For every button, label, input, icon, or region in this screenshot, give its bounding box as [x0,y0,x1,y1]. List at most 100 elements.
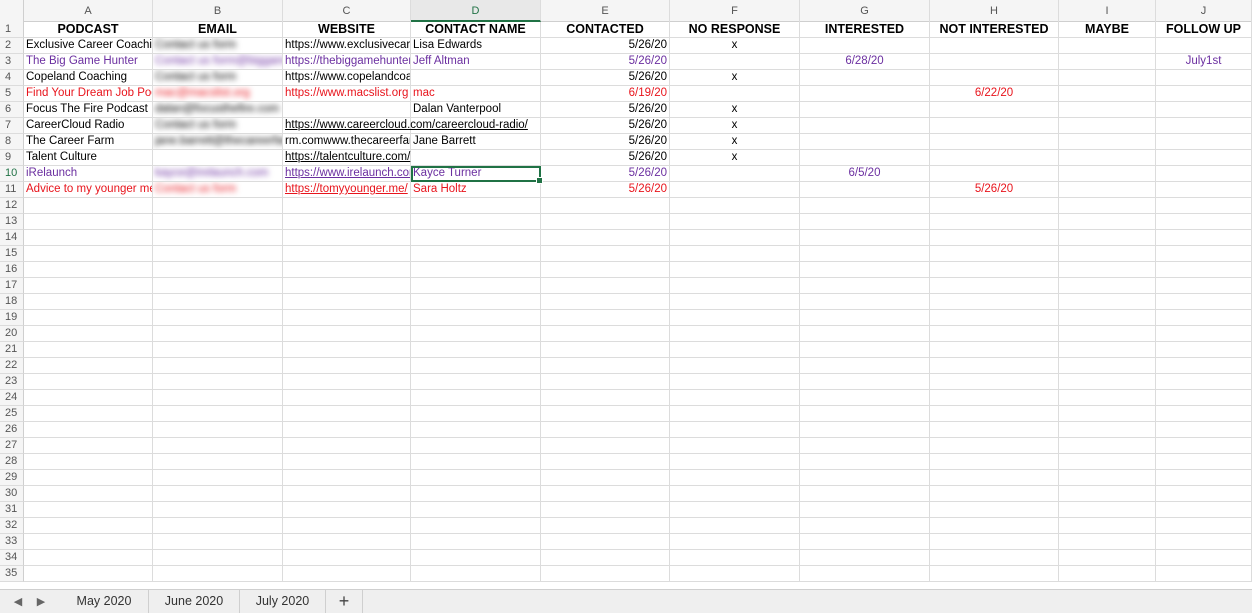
cell-h15[interactable] [930,246,1059,262]
cell-b13[interactable] [153,214,283,230]
cell-a13[interactable] [24,214,153,230]
cell-h3[interactable] [930,54,1059,70]
cell-g20[interactable] [800,326,930,342]
cell-g11[interactable] [800,182,930,198]
cell-g18[interactable] [800,294,930,310]
cell-j27[interactable] [1156,438,1252,454]
cell-c3[interactable]: https://thebiggamehunter.us [283,54,411,70]
cell-j17[interactable] [1156,278,1252,294]
row-header-27[interactable]: 27 [0,438,24,454]
cell-a4[interactable]: Copeland Coaching [24,70,153,86]
cell-i14[interactable] [1059,230,1156,246]
cell-f9[interactable]: x [670,150,800,166]
cell-a19[interactable] [24,310,153,326]
cell-i4[interactable] [1059,70,1156,86]
row-header-32[interactable]: 32 [0,518,24,534]
cell-j35[interactable] [1156,566,1252,582]
cell-f22[interactable] [670,358,800,374]
sheet-tab-may-2020[interactable]: May 2020 [60,590,149,613]
cell-c2[interactable]: https://www.exclusivecareercoaching.com [283,38,411,54]
cell-f16[interactable] [670,262,800,278]
row-header-35[interactable]: 35 [0,566,24,582]
cell-a2[interactable]: Exclusive Career Coaching [24,38,153,54]
cell-c27[interactable] [283,438,411,454]
cell-f12[interactable] [670,198,800,214]
website-value[interactable]: https://www.careercloud.com/careercloud-… [285,119,528,131]
cell-c16[interactable] [283,262,411,278]
cell-a32[interactable] [24,518,153,534]
cell-h18[interactable] [930,294,1059,310]
cell-h25[interactable] [930,406,1059,422]
website-value[interactable]: https://tomyyounger.me/ [285,183,408,195]
cell-c30[interactable] [283,486,411,502]
cell-i20[interactable] [1059,326,1156,342]
cell-h19[interactable] [930,310,1059,326]
cell-d28[interactable] [411,454,541,470]
cell-g22[interactable] [800,358,930,374]
cell-j13[interactable] [1156,214,1252,230]
cell-g14[interactable] [800,230,930,246]
cell-j25[interactable] [1156,406,1252,422]
cell-f31[interactable] [670,502,800,518]
cell-i5[interactable] [1059,86,1156,102]
cell-g34[interactable] [800,550,930,566]
cell-g2[interactable] [800,38,930,54]
cell-c1[interactable]: WEBSITE [283,22,411,38]
row-header-13[interactable]: 13 [0,214,24,230]
cell-b31[interactable] [153,502,283,518]
column-header-g[interactable]: G [800,0,930,22]
cell-h34[interactable] [930,550,1059,566]
row-header-18[interactable]: 18 [0,294,24,310]
row-header-1[interactable]: 1 [0,22,24,38]
cell-a21[interactable] [24,342,153,358]
column-header-f[interactable]: F [670,0,800,22]
cell-g27[interactable] [800,438,930,454]
cell-b11[interactable]: Contact us form [153,182,283,198]
cell-f8[interactable]: x [670,134,800,150]
cell-f35[interactable] [670,566,800,582]
cell-c33[interactable] [283,534,411,550]
cell-b24[interactable] [153,390,283,406]
row-header-2[interactable]: 2 [0,38,24,54]
cell-f1[interactable]: NO RESPONSE [670,22,800,38]
cell-a12[interactable] [24,198,153,214]
cell-a3[interactable]: The Big Game Hunter [24,54,153,70]
cell-f21[interactable] [670,342,800,358]
cell-e23[interactable] [541,374,670,390]
cell-a5[interactable]: Find Your Dream Job Podcast [24,86,153,102]
cell-j3[interactable]: July1st [1156,54,1252,70]
row-header-28[interactable]: 28 [0,454,24,470]
cell-f27[interactable] [670,438,800,454]
cell-j18[interactable] [1156,294,1252,310]
cell-i18[interactable] [1059,294,1156,310]
cell-j33[interactable] [1156,534,1252,550]
row-header-22[interactable]: 22 [0,358,24,374]
cell-i21[interactable] [1059,342,1156,358]
cell-h1[interactable]: NOT INTERESTED [930,22,1059,38]
sheet-tab-july-2020[interactable]: July 2020 [240,590,326,613]
cell-i1[interactable]: MAYBE [1059,22,1156,38]
cell-c21[interactable] [283,342,411,358]
cell-e15[interactable] [541,246,670,262]
cell-d14[interactable] [411,230,541,246]
scroll-tabs-right-icon[interactable]: ▶ [33,594,49,610]
cell-b34[interactable] [153,550,283,566]
cell-i26[interactable] [1059,422,1156,438]
cell-d29[interactable] [411,470,541,486]
cell-i31[interactable] [1059,502,1156,518]
cell-b16[interactable] [153,262,283,278]
cell-f34[interactable] [670,550,800,566]
cell-j30[interactable] [1156,486,1252,502]
cell-b15[interactable] [153,246,283,262]
cell-i17[interactable] [1059,278,1156,294]
cell-h9[interactable] [930,150,1059,166]
cell-i28[interactable] [1059,454,1156,470]
cell-d32[interactable] [411,518,541,534]
cell-g26[interactable] [800,422,930,438]
cell-b23[interactable] [153,374,283,390]
column-header-j[interactable]: J [1156,0,1252,22]
row-header-34[interactable]: 34 [0,550,24,566]
cell-b25[interactable] [153,406,283,422]
cell-a11[interactable]: Advice to my younger me [24,182,153,198]
cell-d4[interactable] [411,70,541,86]
